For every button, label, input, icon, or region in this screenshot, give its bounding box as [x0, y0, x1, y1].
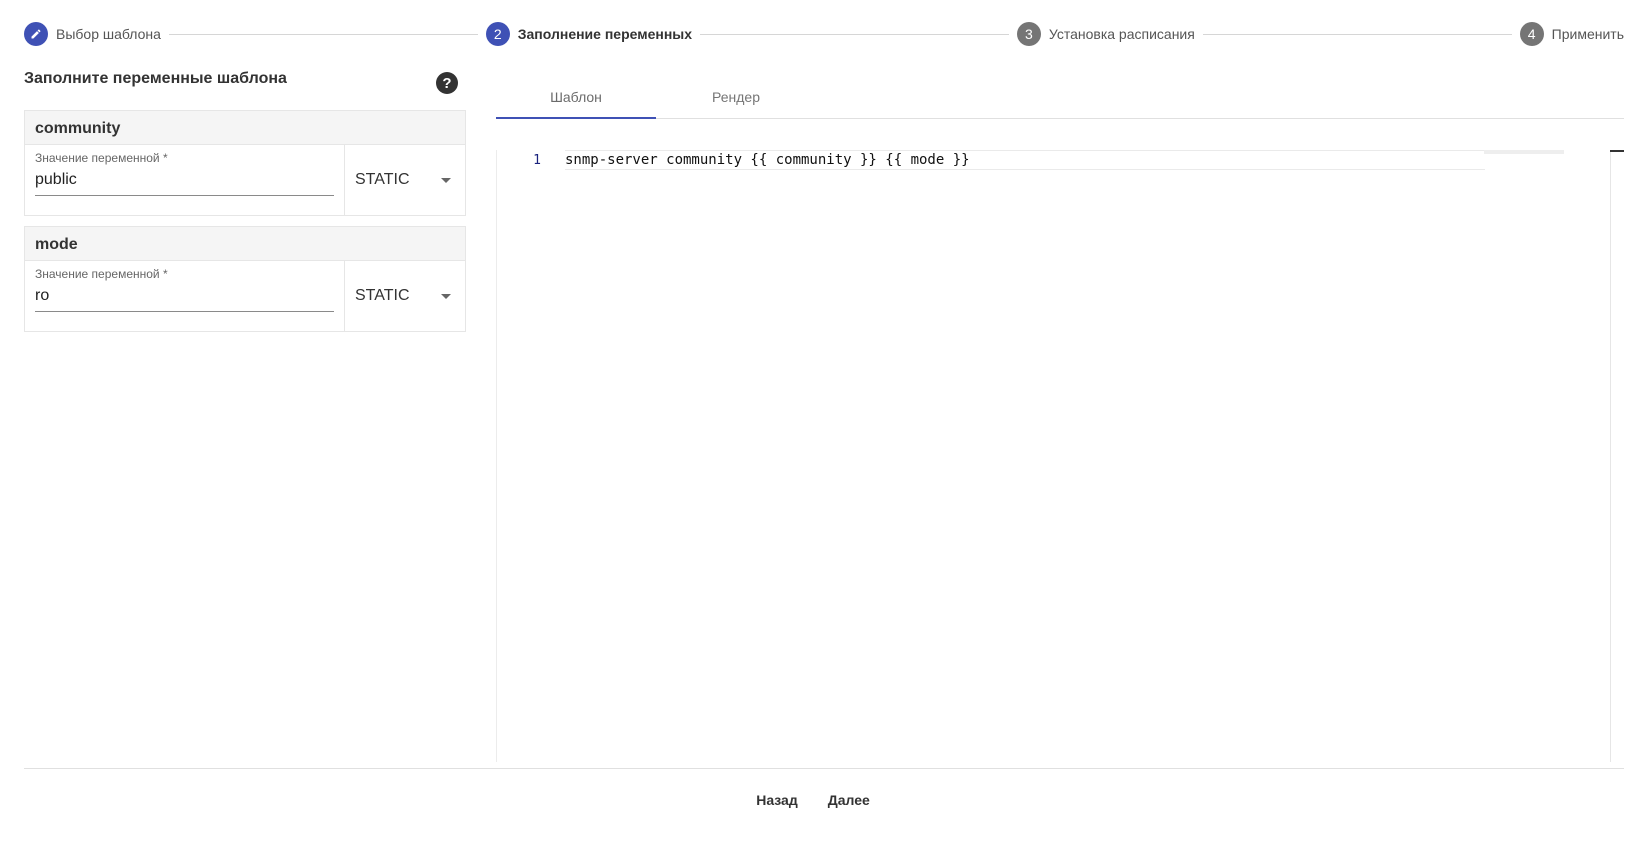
step-label: Заполнение переменных [517, 26, 693, 42]
step-connector [168, 33, 478, 35]
variable-type-value: STATIC [355, 287, 410, 304]
variables-panel-header: Заполните переменные шаблона ? [24, 66, 466, 96]
editor-scrollbar[interactable] [1610, 150, 1624, 762]
variable-body: Значение переменной * STATIC [25, 261, 465, 331]
step-apply[interactable]: 4 Применить [1519, 22, 1625, 46]
variable-body: Значение переменной * STATIC [25, 145, 465, 215]
step-select-template[interactable]: Выбор шаблона [24, 22, 161, 46]
step-label: Установка расписания [1048, 26, 1195, 42]
tab-render[interactable]: Рендер [656, 76, 816, 118]
variable-type-select[interactable]: STATIC [345, 261, 465, 331]
tab-template[interactable]: Шаблон [496, 76, 656, 119]
step-set-schedule[interactable]: 3 Установка расписания [1016, 22, 1195, 46]
editor-minimap[interactable] [1484, 150, 1564, 154]
dropdown-arrow-icon [441, 294, 451, 299]
dropdown-arrow-icon [441, 178, 451, 183]
template-tabs: Шаблон Рендер [496, 76, 1624, 119]
step-label: Применить [1551, 26, 1625, 42]
help-icon[interactable]: ? [436, 72, 458, 94]
line-number: 1 [533, 152, 541, 168]
code-line: 1 snmp-server community {{ community }} … [497, 150, 1624, 170]
variable-card-mode: mode Значение переменной * STATIC [24, 226, 466, 332]
step-fill-variables[interactable]: 2 Заполнение переменных [485, 22, 693, 46]
panel-title: Заполните переменные шаблона [24, 70, 287, 87]
variables-panel: Заполните переменные шаблона ? community… [24, 66, 466, 332]
variable-type-value: STATIC [355, 171, 410, 188]
back-button[interactable]: Назад [746, 782, 808, 818]
variable-value-field: Значение переменной * [25, 261, 345, 331]
variable-value-input[interactable] [35, 167, 334, 196]
variable-name: community [25, 111, 465, 145]
variable-name: mode [25, 227, 465, 261]
variable-value-input[interactable] [35, 283, 334, 312]
stepper: Выбор шаблона 2 Заполнение переменных 3 … [24, 22, 1624, 46]
step-label: Выбор шаблона [56, 26, 161, 42]
code-editor[interactable]: 1 snmp-server community {{ community }} … [496, 150, 1624, 762]
step-number: 2 [485, 22, 510, 46]
footer-actions: Назад Далее [0, 782, 1631, 818]
variable-type-select[interactable]: STATIC [345, 145, 465, 215]
footer-divider [24, 768, 1624, 769]
code-text[interactable]: snmp-server community {{ community }} {{… [565, 150, 1485, 170]
variable-value-label: Значение переменной * [35, 267, 168, 281]
step-connector [1202, 33, 1512, 35]
variable-value-field: Значение переменной * [25, 145, 345, 215]
edit-pencil-icon [24, 22, 48, 46]
step-number: 3 [1016, 22, 1041, 46]
step-number: 4 [1519, 22, 1544, 46]
editor-scrollbar-thumb[interactable] [1610, 150, 1624, 152]
variable-card-community: community Значение переменной * STATIC [24, 110, 466, 216]
variable-value-label: Значение переменной * [35, 151, 168, 165]
step-connector [700, 33, 1009, 35]
next-button[interactable]: Далее [818, 782, 880, 818]
